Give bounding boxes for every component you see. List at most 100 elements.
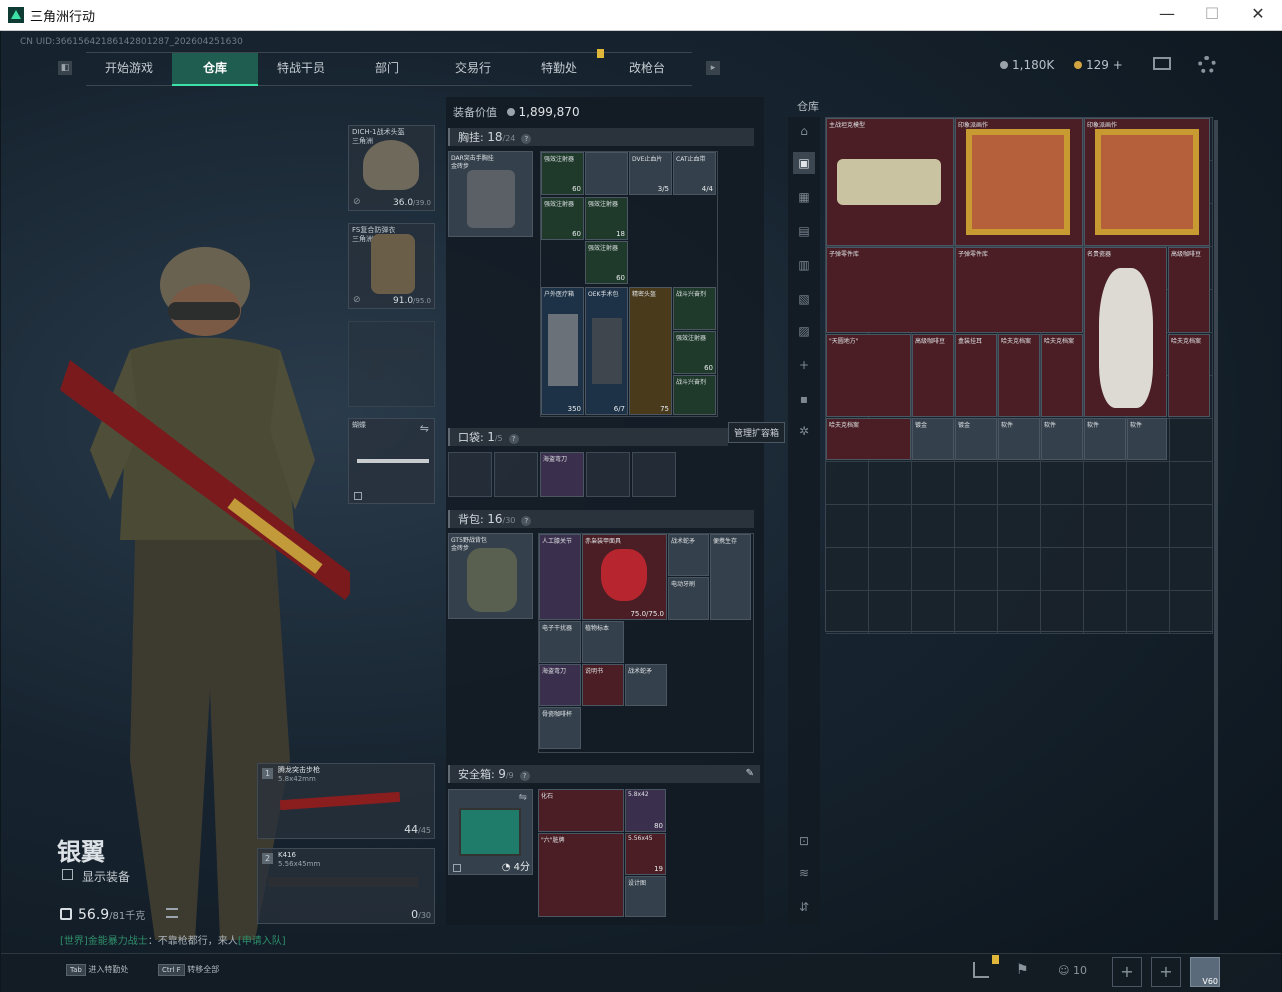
warehouse-tab-icon[interactable]: ▣ [793,152,815,174]
warehouse-cell[interactable] [912,505,955,548]
help-icon[interactable]: ? [521,516,532,526]
warehouse-item[interactable]: 子弹零件库 [826,247,954,333]
pocket-slot[interactable] [632,452,676,497]
friends-count[interactable]: ☺ 10 [1058,964,1087,977]
backpack-item[interactable]: GT5野战背包 金砖步 [448,533,533,619]
warehouse-item[interactable]: 镀金 [912,418,954,460]
gear-icon[interactable]: ✲ [793,420,815,442]
warehouse-cell[interactable] [1084,591,1127,634]
primary-weapon-slot[interactable]: 1 腾龙突击步枪 5.8x42mm 44/45 [257,763,435,839]
warehouse-item[interactable]: 哈夫克档案 [998,334,1040,417]
inventory-item[interactable]: 植物标本 [582,621,624,663]
inventory-item[interactable]: OEK手术包 6/7 [585,287,628,415]
layers-icon[interactable]: ≋ [793,862,815,884]
pocket-slot[interactable] [494,452,538,497]
warehouse-item[interactable]: "天圆地方" [826,334,911,417]
warehouse-item[interactable]: 印象派画作 [1084,118,1210,246]
help-icon[interactable]: ? [519,771,530,781]
warehouse-cell[interactable] [1041,591,1084,634]
warehouse-item[interactable]: 名贵瓷器 [1084,247,1167,417]
swap-icon[interactable]: ⇋ [519,792,527,803]
warehouse-tab-icon[interactable]: ▥ [793,254,815,276]
warehouse-item[interactable]: 软件 [1084,418,1126,460]
swap-icon[interactable]: ⇋ [420,422,429,435]
inventory-item[interactable]: 海盗弯刀 [539,664,581,706]
inventory-item[interactable]: 电动牙刷 [668,577,709,620]
tab-market[interactable]: 交易行 [430,53,516,84]
warehouse-item[interactable]: 高级咖啡豆 [1168,247,1210,333]
inventory-item[interactable]: 海盗弯刀 [540,452,584,497]
inventory-item[interactable]: DVE止血片 3/5 [629,152,672,195]
avatar[interactable]: V60 [1190,957,1220,987]
show-equipment-checkbox[interactable] [62,869,73,880]
warehouse-item[interactable]: 哈夫克档案 [826,418,911,460]
mail-icon[interactable] [1153,57,1171,70]
secondary-weapon-slot[interactable]: 2 K416 5.56x45mm 0/30 [257,848,435,924]
inventory-item[interactable]: 战斗兴奋剂 [673,375,716,415]
enter-special-ops-hint[interactable]: Tab 进入特勤处 [66,964,128,976]
warehouse-tab-icon[interactable]: ▤ [793,220,815,242]
tab-start-game[interactable]: 开始游戏 [86,53,172,84]
warehouse-cell[interactable] [1127,462,1170,505]
inventory-item[interactable]: 强效注射器 60 [541,152,584,195]
inventory-item-empty[interactable] [585,152,628,195]
warehouse-item[interactable]: 哈夫克档案 [1168,334,1210,417]
inventory-item[interactable]: "六"脏牌 [538,833,624,917]
warehouse-cell[interactable] [955,591,998,634]
inventory-item[interactable]: 战术蛇矛 [625,664,667,706]
inventory-item[interactable]: 户外医疗箱 350 [541,287,584,415]
armor-slot[interactable]: FS复合防弹衣 三角洲 ⊘ 91.0/95.0 [348,223,435,309]
help-icon[interactable]: ? [508,434,519,444]
warehouse-cell[interactable] [1170,591,1213,634]
warehouse-cell[interactable] [869,591,912,634]
inventory-item[interactable]: 精密头盔 75 [629,287,672,415]
warehouse-item[interactable]: 子弹零件库 [955,247,1083,333]
warehouse-item[interactable]: 哈夫克档案 [1041,334,1083,417]
tab-operators[interactable]: 特战干员 [258,53,344,84]
warehouse-cell[interactable] [1041,505,1084,548]
warehouse-cell[interactable] [912,591,955,634]
warehouse-cell[interactable] [1170,462,1213,505]
tab-gunsmith[interactable]: 改枪台 [602,53,692,84]
tab-warehouse[interactable]: 仓库 [172,53,258,86]
transfer-all-hint[interactable]: Ctrl F 转移全部 [158,964,219,976]
tab-special-ops[interactable]: 特勤处 [516,53,602,84]
warehouse-cell[interactable] [1170,419,1213,462]
pocket-slot[interactable] [586,452,630,497]
inventory-item[interactable]: 化石 [538,789,624,832]
warehouse-tab-icon[interactable]: ▧ [793,288,815,310]
lock-icon[interactable]: ▪ [793,388,815,410]
warehouse-cell[interactable] [869,548,912,591]
pocket-slot[interactable] [448,452,492,497]
add-teammate-button[interactable]: + [1112,957,1142,987]
pistol-slot-empty[interactable] [348,321,435,407]
warehouse-cell[interactable] [869,505,912,548]
warehouse-cell[interactable] [1084,462,1127,505]
warehouse-cell[interactable] [1041,548,1084,591]
warehouse-cell[interactable] [1127,548,1170,591]
inventory-item[interactable]: 便携生存 [710,534,751,620]
warehouse-item[interactable]: 盒装挂耳 [955,334,997,417]
add-teammate-button[interactable]: + [1151,957,1181,987]
tab-department[interactable]: 部门 [344,53,430,84]
warehouse-cell[interactable] [912,462,955,505]
transfer-icon[interactable]: ⇵ [793,896,815,918]
add-currency-button[interactable]: + [1113,58,1123,72]
warehouse-cell[interactable] [998,505,1041,548]
inventory-item[interactable]: 设计图 [625,876,666,917]
melee-slot[interactable]: 蝴蝶 ⇋ [348,418,435,504]
helmet-slot[interactable]: DICH-1战术头盔 三角洲 ⊘ 36.0/39.0 [348,125,435,211]
warehouse-cell[interactable] [955,548,998,591]
gear-icon[interactable] [1198,56,1216,74]
warehouse-tab-icon[interactable]: ▦ [793,186,815,208]
inventory-item[interactable]: 强效注射器 60 [585,241,628,284]
inventory-item[interactable]: 电子干扰器 [539,621,581,663]
chest-rig-item[interactable]: DAR突击手胸挂 金砖步 [448,151,533,237]
inventory-item[interactable]: 战术蛇矛 [668,534,709,576]
warehouse-cell[interactable] [1127,591,1170,634]
stats-icon[interactable] [973,962,989,978]
warehouse-cell[interactable] [955,462,998,505]
weight-detail-icon[interactable] [166,908,178,918]
inventory-item[interactable]: 赤枭装甲面具 75.0/75.0 [582,534,667,620]
inventory-item[interactable]: 强效注射器 60 [541,197,584,240]
